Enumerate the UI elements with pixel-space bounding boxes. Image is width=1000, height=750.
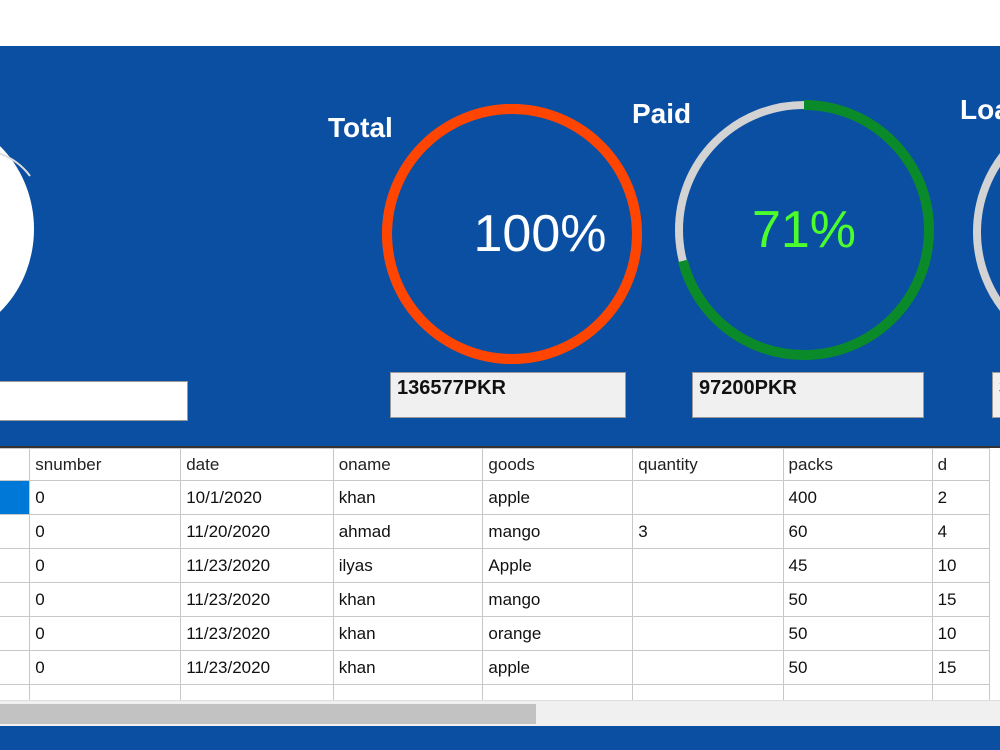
cell-d[interactable]: 10 <box>931 616 991 651</box>
cell-goods[interactable]: apple <box>482 650 634 685</box>
cell-d[interactable]: 4 <box>931 514 991 549</box>
row-header-column <box>0 448 31 481</box>
cell-quantity[interactable] <box>632 616 784 651</box>
column-header-snumber[interactable]: snumber <box>29 448 182 481</box>
cell-snumber[interactable]: 0 <box>29 548 182 583</box>
total-percent: 100% <box>473 205 607 263</box>
cell-snumber[interactable]: 0 <box>29 616 182 651</box>
cell-snumber[interactable]: 0 <box>29 480 182 515</box>
cell-d[interactable]: 15 <box>931 650 991 685</box>
cell-snumber[interactable]: 0 <box>29 650 182 685</box>
cell-quantity[interactable] <box>632 582 784 617</box>
cell-packs[interactable]: 60 <box>782 514 933 549</box>
cell-snumber[interactable]: 0 <box>29 514 182 549</box>
row-header[interactable] <box>0 548 31 583</box>
window-top-area <box>0 0 1000 46</box>
cell-packs[interactable]: 400 <box>782 480 933 515</box>
cell-goods[interactable]: apple <box>482 480 634 515</box>
table-row[interactable]: 0 11/20/2020 ahmad mango 3 60 4 <box>0 514 991 549</box>
cell-date[interactable]: 11/23/2020 <box>180 650 334 685</box>
cell-goods[interactable]: orange <box>482 616 634 651</box>
cell-quantity[interactable] <box>632 548 784 583</box>
scrollbar-thumb[interactable] <box>0 704 536 724</box>
cell-date[interactable]: 11/23/2020 <box>180 616 334 651</box>
header-row: snumber date oname goods quantity packs … <box>0 448 991 481</box>
cell-d[interactable]: 2 <box>931 480 991 515</box>
cell-oname[interactable]: khan <box>332 582 484 617</box>
cell-quantity[interactable] <box>632 480 784 515</box>
window-bottom-bar <box>0 726 1000 750</box>
table-row[interactable]: 0 11/23/2020 khan orange 50 10 <box>0 616 991 651</box>
row-header[interactable] <box>0 514 31 549</box>
cell-oname[interactable]: khan <box>332 480 484 515</box>
table-row[interactable]: 0 11/23/2020 khan mango 50 15 <box>0 582 991 617</box>
total-gauge: 100% <box>378 100 646 368</box>
column-header-quantity[interactable]: quantity <box>632 448 784 481</box>
cell-quantity[interactable]: 3 <box>632 514 784 549</box>
cell-goods[interactable]: mango <box>482 514 634 549</box>
horizontal-scrollbar[interactable] <box>0 700 1000 727</box>
paid-amount-field[interactable]: 97200PKR <box>692 372 924 418</box>
cell-snumber[interactable]: 0 <box>29 582 182 617</box>
cell-date[interactable]: 11/23/2020 <box>180 548 334 583</box>
cell-date[interactable]: 11/23/2020 <box>180 582 334 617</box>
records-table: snumber date oname goods quantity packs … <box>0 448 991 702</box>
column-header-date[interactable]: date <box>180 448 334 481</box>
table-row[interactable]: 0 10/1/2020 khan apple 400 2 <box>0 480 991 515</box>
table-row[interactable]: 0 11/23/2020 khan apple 50 15 <box>0 650 991 685</box>
cell-d[interactable]: 15 <box>931 582 991 617</box>
row-header[interactable] <box>0 650 31 685</box>
loan-gauge-track <box>973 153 1000 311</box>
column-header-goods[interactable]: goods <box>482 448 634 481</box>
logo-field[interactable] <box>0 381 188 421</box>
cell-date[interactable]: 11/20/2020 <box>180 514 334 549</box>
cell-packs[interactable]: 50 <box>782 582 933 617</box>
row-header-selected[interactable] <box>0 480 31 515</box>
column-header-oname[interactable]: oname <box>332 448 484 481</box>
row-header[interactable] <box>0 616 31 651</box>
loan-gauge <box>973 153 1000 311</box>
total-amount-field[interactable]: 136577PKR <box>390 372 626 418</box>
logo-icon <box>0 146 34 312</box>
cell-packs[interactable]: 50 <box>782 616 933 651</box>
cell-packs[interactable]: 45 <box>782 548 933 583</box>
paid-gauge: 71% <box>672 98 936 362</box>
cell-d[interactable]: 10 <box>931 548 991 583</box>
data-grid[interactable]: snumber date oname goods quantity packs … <box>0 446 1000 702</box>
cell-quantity[interactable] <box>632 650 784 685</box>
cell-oname[interactable]: khan <box>332 650 484 685</box>
paid-percent: 71% <box>751 201 857 259</box>
column-header-d[interactable]: d <box>931 448 991 481</box>
cell-goods[interactable]: mango <box>482 582 634 617</box>
cell-packs[interactable]: 50 <box>782 650 933 685</box>
row-header[interactable] <box>0 582 31 617</box>
cell-oname[interactable]: ilyas <box>332 548 484 583</box>
column-header-packs[interactable]: packs <box>782 448 933 481</box>
cell-goods[interactable]: Apple <box>482 548 634 583</box>
cell-date[interactable]: 10/1/2020 <box>180 480 334 515</box>
dashboard-panel: Total 100% 136577PKR Paid 71% 97200PKR L… <box>0 46 1000 446</box>
table-row[interactable]: 0 11/23/2020 ilyas Apple 45 10 <box>0 548 991 583</box>
cell-oname[interactable]: khan <box>332 616 484 651</box>
cell-oname[interactable]: ahmad <box>332 514 484 549</box>
loan-amount-field[interactable]: 3 <box>992 372 1000 418</box>
